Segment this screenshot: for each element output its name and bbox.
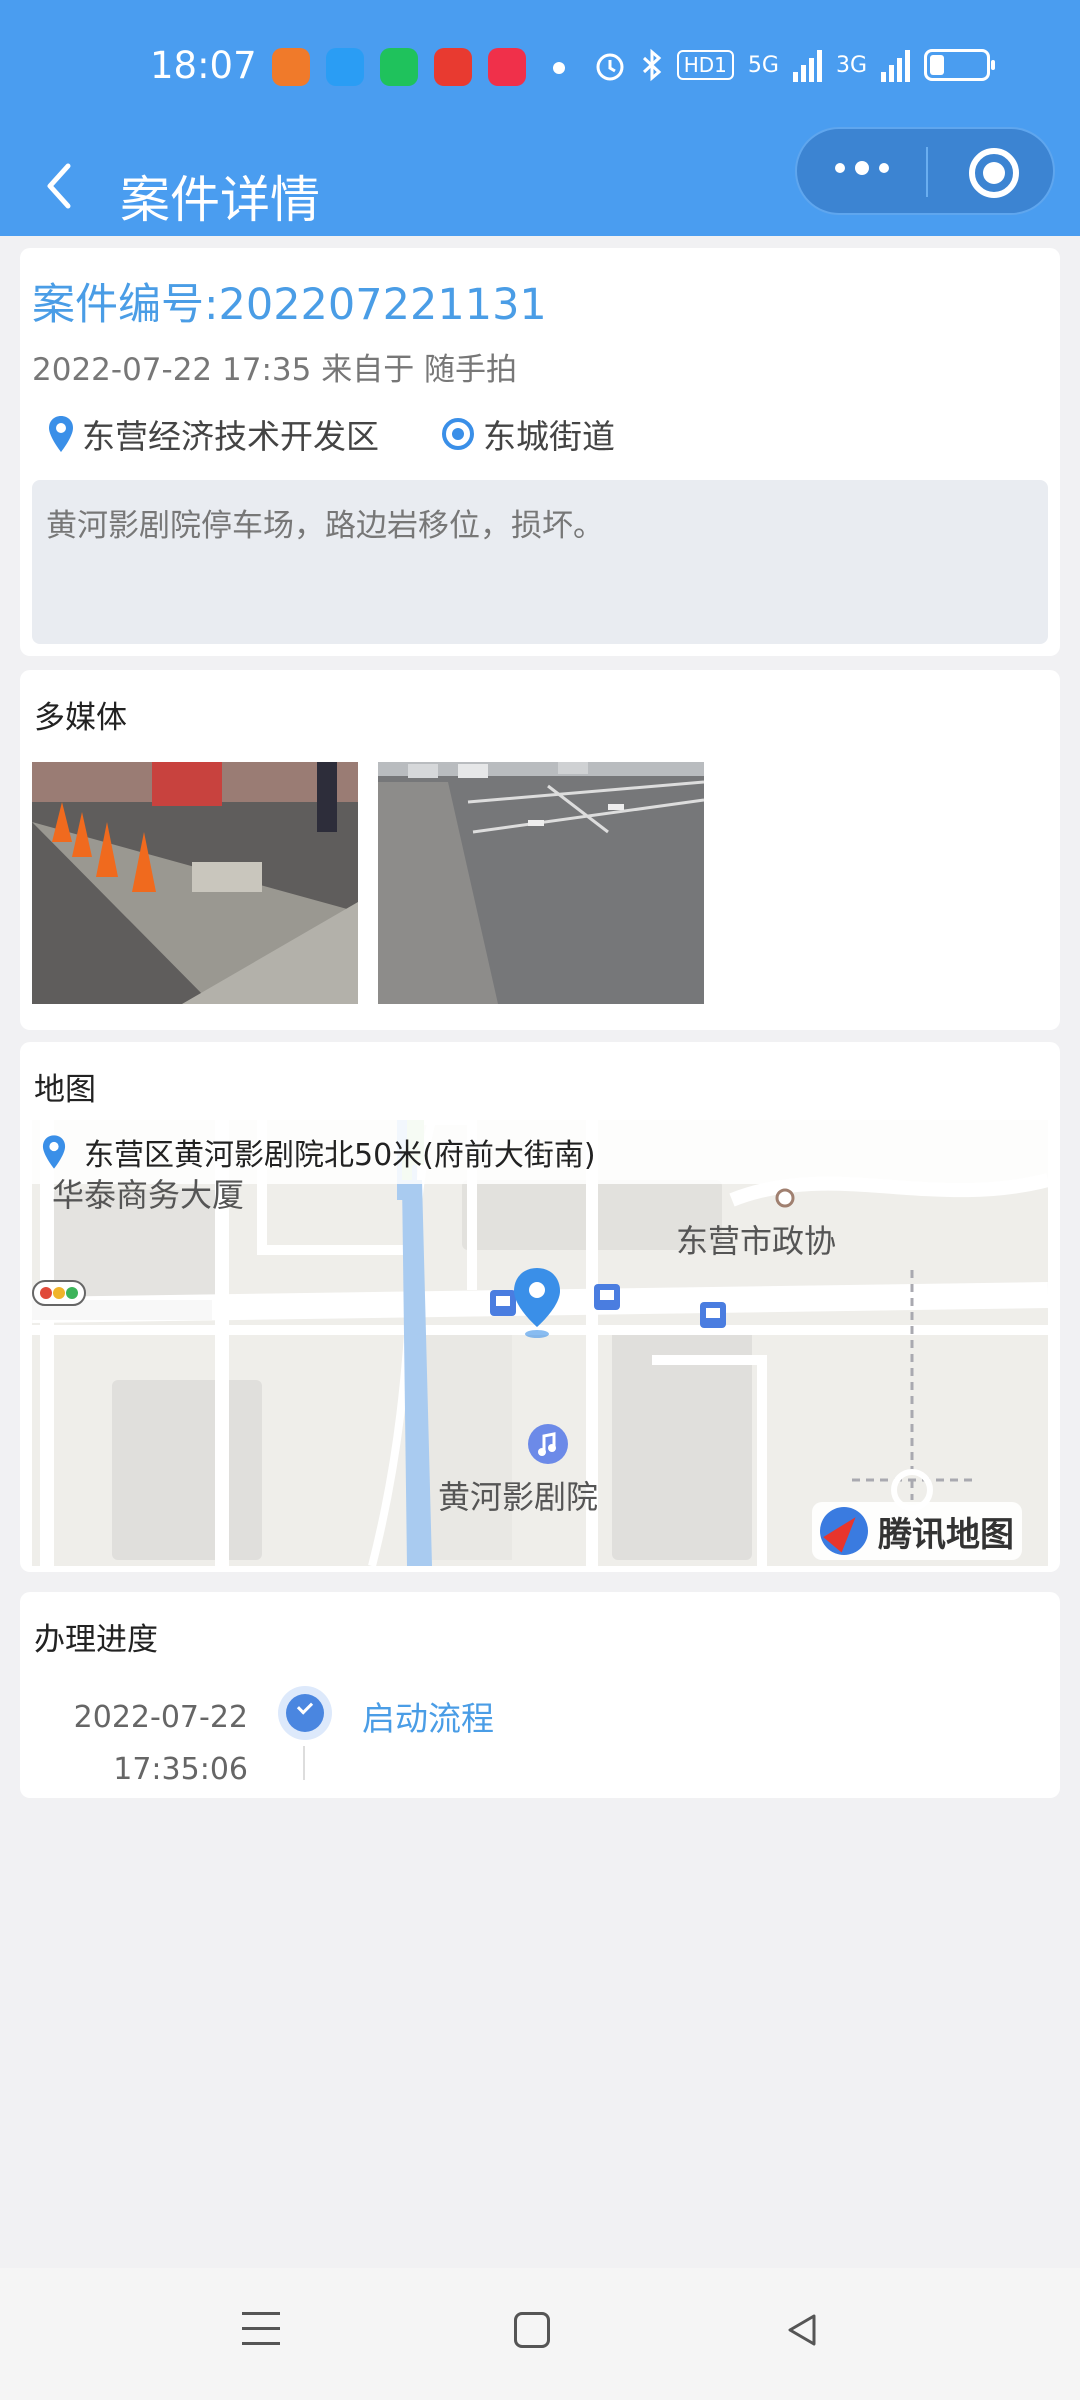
close-target-icon[interactable]: [969, 148, 1019, 198]
media-photo-2[interactable]: [378, 762, 704, 1004]
case-description: 黄河影剧院停车场，路边岩移位，损坏。: [32, 480, 1048, 644]
progress-check-dot: [278, 1686, 332, 1740]
progress-card: 办理进度 2022-07-22 17:35:06 启动流程: [20, 1592, 1060, 1798]
progress-date: 2022-07-22: [73, 1700, 248, 1735]
traffic-light-icon: [32, 1280, 86, 1306]
bus-stop-icon: [594, 1284, 620, 1310]
signal-icon: [792, 48, 822, 82]
map-provider-logo: 腾讯地图: [812, 1502, 1022, 1560]
progress-timestamp: 2022-07-22 17:35:06: [74, 1692, 248, 1796]
uc-browser-icon: [272, 48, 310, 86]
music-poi-icon: [528, 1424, 568, 1464]
network-5g-label: 5G: [747, 52, 779, 78]
photo-curb-image: [32, 762, 358, 1004]
system-nav-bar: [0, 2268, 1080, 2400]
street-target-icon: [442, 418, 474, 450]
map-label-gov: 东营市政协: [676, 1222, 837, 1260]
network-3g-label: 3G: [835, 52, 867, 78]
compass-icon: [820, 1507, 868, 1555]
qq-browser-icon: [326, 48, 364, 86]
more-dots-icon[interactable]: [835, 161, 889, 175]
map-title: 地图: [34, 1072, 96, 1108]
map-address: 东营区黄河影剧院北50米(府前大街南): [84, 1138, 596, 1173]
bus-stop-icon: [700, 1302, 726, 1328]
status-indicators: HD1 5G 3G: [593, 48, 995, 82]
more-notifications-dot: [553, 62, 565, 74]
progress-time: 17:35:06: [113, 1752, 248, 1787]
map-view[interactable]: 东营区黄河影剧院北50米(府前大街南) 华泰商务大厦 东营市政协 黄河影剧院 腾…: [32, 1120, 1048, 1566]
progress-title: 办理进度: [34, 1622, 158, 1658]
wechat-icon: [380, 48, 418, 86]
signal-icon-2: [881, 48, 910, 82]
bluetooth-icon: [642, 48, 661, 82]
case-meta: 2022-07-22 17:35 来自于 随手拍: [32, 352, 518, 388]
case-number: 案件编号:202207221131: [32, 280, 547, 330]
back-arrow-icon[interactable]: [38, 146, 98, 226]
photo-parking-image: [378, 762, 704, 1004]
media-photo-1[interactable]: [32, 762, 358, 1004]
status-bar: 18:07 HD1 5G 3G: [0, 0, 1080, 136]
media-title: 多媒体: [34, 700, 127, 736]
media-card: 多媒体: [20, 670, 1060, 1030]
back-triangle-icon[interactable]: [784, 2312, 820, 2348]
home-icon[interactable]: [514, 2312, 550, 2348]
district-label: 东营经济技术开发区: [82, 417, 379, 456]
alarm-icon: [596, 53, 624, 81]
case-info-card: 案件编号:202207221131 2022-07-22 17:35 来自于 随…: [20, 248, 1060, 656]
hd-badge: HD1: [676, 50, 734, 80]
map-provider-name: 腾讯地图: [878, 1514, 1014, 1555]
map-label-building: 华泰商务大厦: [52, 1176, 245, 1214]
recent-apps-icon[interactable]: [242, 2312, 280, 2357]
poi-marker-icon: [775, 1188, 795, 1208]
street-label: 东城街道: [483, 417, 615, 456]
progress-step-name[interactable]: 启动流程: [362, 1692, 494, 1740]
location-pin-icon: [42, 1135, 66, 1169]
timeline-line: [303, 1746, 305, 1780]
app-mascot-icon: [434, 48, 472, 86]
status-time: 18:07: [150, 44, 257, 87]
map-location-marker-icon: [514, 1268, 560, 1338]
mini-program-capsule: [795, 127, 1055, 215]
video-app-icon: [488, 48, 526, 86]
map-card: 地图 东营区黄河影剧院北50米(府前大街南) 华泰商务大厦 东营市政协 黄河影剧…: [20, 1042, 1060, 1572]
notification-icons: [272, 48, 526, 86]
location-pin-icon: [49, 416, 73, 452]
location-row: 东营经济技术开发区 东城街道: [48, 410, 615, 458]
page-title: 案件详情: [120, 171, 320, 229]
battery-icon: [924, 49, 995, 81]
capsule-divider: [926, 147, 928, 197]
map-label-theater: 黄河影剧院: [438, 1478, 599, 1516]
